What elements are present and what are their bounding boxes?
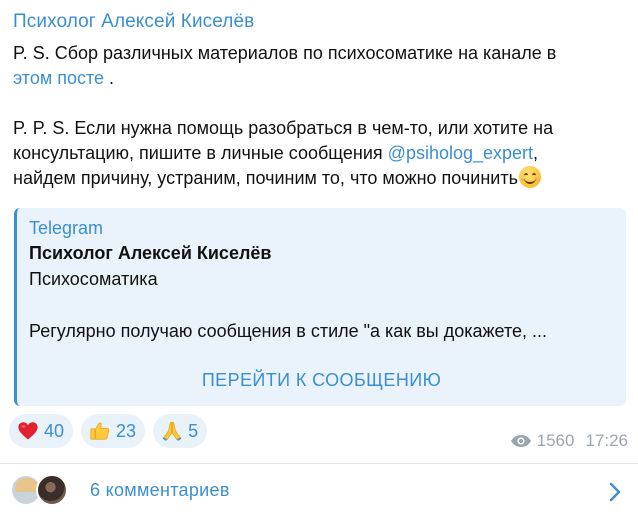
reaction-thumbs-up[interactable]: 23 — [81, 414, 146, 448]
post-time: 17:26 — [585, 431, 628, 450]
smiling-face-emoji-icon — [518, 166, 541, 188]
reaction-folded-hands[interactable]: 5 — [153, 414, 208, 448]
post-line-5: консультацию, пишите в личные сообщения … — [13, 141, 628, 166]
views-count: 1560 — [536, 431, 575, 450]
post-line-2-rest: . — [104, 68, 115, 88]
comments-button[interactable]: 6 комментариев — [0, 464, 638, 519]
post-line-5-text: консультацию, пишите в личные сообщения — [13, 143, 388, 163]
avatar — [36, 474, 68, 506]
post-link[interactable]: этом посте — [13, 68, 104, 88]
post-line-1: P. S. Сбор различных материалов по психо… — [13, 43, 557, 63]
red-heart-icon — [18, 422, 38, 440]
preview-title: Психолог Алексей Киселёв — [29, 243, 272, 263]
preview-description: Регулярно получаю сообщения в стиле "а к… — [29, 321, 548, 341]
preview-subtitle: Психосоматика — [29, 269, 158, 289]
post-line-2: этом посте . — [13, 66, 628, 91]
post-line-6: найдем причину, устраним, починим то, чт… — [13, 166, 628, 191]
go-to-message-button[interactable]: ПЕРЕЙТИ К СООБЩЕНИЮ — [17, 360, 626, 400]
channel-post: Психолог Алексей Киселёв P. S. Сбор разл… — [0, 0, 638, 519]
post-meta: 1560 17:26 — [510, 431, 628, 451]
commenter-avatars — [10, 474, 80, 508]
comments-label: 6 комментариев — [90, 480, 230, 500]
post-line-6-text: найдем причину, устраним, починим то, чт… — [13, 168, 518, 188]
thumbs-up-icon — [90, 422, 110, 440]
post-line-5-rest: , — [533, 143, 539, 163]
post-author[interactable]: Психолог Алексей Киселёв — [13, 11, 254, 33]
post-text: P. S. Сбор различных материалов по психо… — [13, 41, 628, 191]
username-mention-link[interactable]: @psiholog_expert — [388, 143, 533, 163]
reactions-bar: 40 23 5 — [9, 414, 208, 448]
folded-hands-icon — [162, 421, 182, 441]
reaction-heart[interactable]: 40 — [9, 414, 74, 448]
reaction-thumbs-up-count: 23 — [116, 420, 137, 441]
chevron-right-icon — [609, 482, 621, 502]
link-preview-card[interactable]: Telegram Психолог Алексей Киселёв Психос… — [14, 208, 626, 406]
preview-site-name: Telegram — [29, 218, 104, 238]
post-line-4: P. P. S. Если нужна помощь разобраться в… — [13, 118, 554, 138]
eye-icon — [510, 435, 531, 447]
reaction-heart-count: 40 — [44, 420, 65, 441]
reaction-folded-hands-count: 5 — [188, 420, 199, 441]
